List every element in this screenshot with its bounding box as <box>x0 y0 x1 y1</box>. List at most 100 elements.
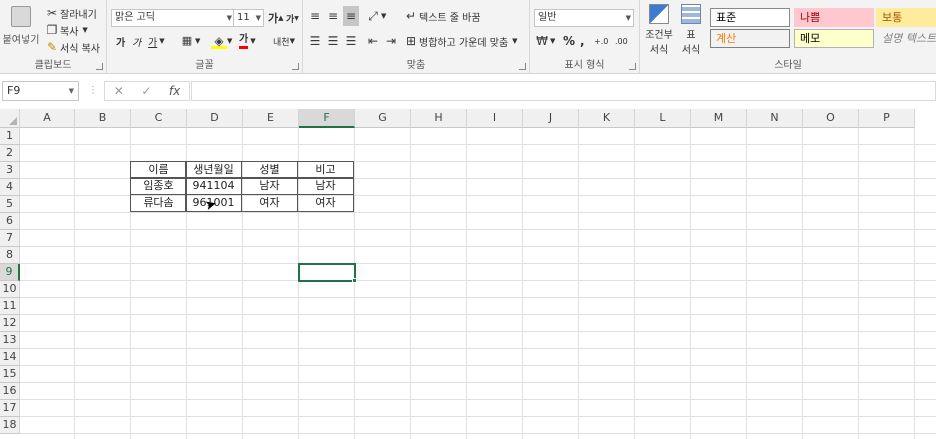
select-all-button[interactable] <box>0 109 20 128</box>
format-painter-button[interactable]: ✎ 서식 복사 <box>44 37 100 57</box>
column-header-M[interactable]: M <box>691 109 747 128</box>
format-as-table-button[interactable]: 표 서식 <box>676 4 706 56</box>
orientation-button[interactable]: ⤢ ▼ <box>365 6 386 26</box>
font-color-button[interactable]: 가 ▼ <box>239 31 256 51</box>
fill-color-button[interactable]: ◈ ▼ <box>211 31 232 51</box>
row-header-12[interactable]: 12 <box>0 315 20 332</box>
row-header-10[interactable]: 10 <box>0 281 20 298</box>
table-cell[interactable]: 여자 <box>241 194 298 212</box>
table-cell[interactable]: 여자 <box>297 194 354 212</box>
align-middle-button[interactable]: ≡ <box>325 6 341 26</box>
decrease-indent-button[interactable]: ⇤ <box>365 31 381 51</box>
table-cell[interactable]: 남자 <box>241 177 298 195</box>
shrink-font-button[interactable]: 가 ▼ <box>286 8 299 28</box>
worksheet-grid[interactable]: A B C D E F G H I J K L M N O P 1 2 3 4 5 6 7 8 9 10 11 12 13 14 15 16 1… <box>0 109 936 439</box>
group-label-styles: 스타일 <box>774 60 802 71</box>
column-header-K[interactable]: K <box>579 109 635 128</box>
paste-button[interactable]: 붙여넣기 <box>2 4 40 46</box>
column-header-N[interactable]: N <box>747 109 803 128</box>
cell-style-4[interactable]: 메모 <box>794 29 874 48</box>
cell-style-3[interactable]: 계산 <box>710 29 790 48</box>
column-header-E[interactable]: E <box>243 109 299 128</box>
row-header-18[interactable]: 18 <box>0 417 20 434</box>
column-header-D[interactable]: D <box>187 109 243 128</box>
row-header-14[interactable]: 14 <box>0 349 20 366</box>
styles-group: 조건부 서식 표 서식 표준 나쁨 보통계산 메모 설명 텍스트 스타일 <box>640 0 936 74</box>
selected-cell[interactable] <box>298 263 356 282</box>
phonetic-button[interactable]: 내천 ▼ <box>273 31 295 51</box>
row-header-6[interactable]: 6 <box>0 213 20 230</box>
row-header-8[interactable]: 8 <box>0 247 20 264</box>
comma-button[interactable]: , <box>580 31 585 51</box>
gridline <box>466 128 467 439</box>
table-cell[interactable]: 941104 <box>185 177 242 195</box>
increase-decimal-button[interactable]: +.0 <box>594 31 608 51</box>
formula-input[interactable] <box>191 81 936 101</box>
table-cell[interactable]: 남자 <box>297 177 354 195</box>
row-header-5[interactable]: 5 <box>0 196 20 213</box>
increase-indent-button[interactable]: ⇥ <box>383 31 399 51</box>
column-header-O[interactable]: O <box>803 109 859 128</box>
percent-button[interactable]: % <box>563 31 575 51</box>
cell-style-5[interactable]: 설명 텍스트 <box>876 29 936 48</box>
accounting-format-button[interactable]: ₩ ▼ <box>534 31 555 51</box>
align-top-button[interactable]: ≡ <box>307 6 323 26</box>
conditional-format-button[interactable]: 조건부 서식 <box>643 4 675 56</box>
fill-handle[interactable] <box>352 278 357 283</box>
align-bottom-button[interactable]: ≡ <box>343 6 359 26</box>
underline-button[interactable]: 가 ▼ <box>148 31 165 51</box>
wrap-text-button[interactable]: ↵ 텍스트 줄 바꿈 <box>403 6 481 26</box>
table-cell[interactable]: 류다솜 <box>130 194 187 212</box>
bold-button[interactable]: 가 <box>116 31 125 51</box>
italic-button[interactable]: 가 <box>132 31 141 51</box>
align-left-button[interactable]: ☰ <box>307 31 323 51</box>
font-name-combo[interactable]: 맑은 고딕 ▼ <box>111 9 235 27</box>
row-header-9[interactable]: 9 <box>0 264 20 281</box>
row-header-4[interactable]: 4 <box>0 179 20 196</box>
column-header-G[interactable]: G <box>355 109 411 128</box>
clipboard-launcher-icon[interactable] <box>96 63 103 70</box>
row-header-15[interactable]: 15 <box>0 366 20 383</box>
cancel-icon[interactable]: ✕ <box>114 84 124 98</box>
gridline <box>20 331 936 332</box>
column-header-C[interactable]: C <box>131 109 187 128</box>
font-launcher-icon[interactable] <box>292 63 299 70</box>
row-header-3[interactable]: 3 <box>0 162 20 179</box>
column-header-L[interactable]: L <box>635 109 691 128</box>
row-header-1[interactable]: 1 <box>0 128 20 145</box>
row-header-2[interactable]: 2 <box>0 145 20 162</box>
row-header-16[interactable]: 16 <box>0 383 20 400</box>
align-right-button[interactable]: ☰ <box>343 31 359 51</box>
row-header-11[interactable]: 11 <box>0 298 20 315</box>
decrease-decimal-button[interactable]: .00 <box>615 31 628 51</box>
row-header-13[interactable]: 13 <box>0 332 20 349</box>
alignment-launcher-icon[interactable] <box>519 63 526 70</box>
font-size-combo[interactable]: 11 ▼ <box>233 9 264 27</box>
copy-icon: ❐ <box>46 23 58 37</box>
wrap-text-icon: ↵ <box>405 9 417 23</box>
cell-style-1[interactable]: 나쁨 <box>794 8 874 27</box>
gridline <box>20 399 936 400</box>
row-header-7[interactable]: 7 <box>0 230 20 247</box>
text-orientation-icon: ⤢ <box>368 9 378 23</box>
enter-icon[interactable]: ✓ <box>141 84 151 98</box>
insert-function-icon[interactable]: fx <box>169 84 180 98</box>
column-header-I[interactable]: I <box>467 109 523 128</box>
column-header-J[interactable]: J <box>523 109 579 128</box>
column-header-P[interactable]: P <box>859 109 915 128</box>
number-launcher-icon[interactable] <box>629 63 636 70</box>
column-header-H[interactable]: H <box>411 109 467 128</box>
column-header-B[interactable]: B <box>75 109 131 128</box>
borders-button[interactable]: ▦ ▼ <box>179 31 201 51</box>
align-center-button[interactable]: ☰ <box>325 31 341 51</box>
name-box[interactable]: F9 ▼ <box>2 81 79 101</box>
grow-font-button[interactable]: 가 ▲ <box>268 8 284 28</box>
number-format-combo[interactable]: 일반 ▼ <box>534 9 634 27</box>
column-header-A[interactable]: A <box>20 109 75 128</box>
cell-style-0[interactable]: 표준 <box>710 8 790 27</box>
cell-style-2[interactable]: 보통 <box>876 8 936 27</box>
merge-center-button[interactable]: ⊞ 병합하고 가운데 맞춤 ▼ <box>403 31 518 51</box>
row-header-17[interactable]: 17 <box>0 400 20 417</box>
column-header-F[interactable]: F <box>299 109 355 128</box>
table-cell[interactable]: 임종호 <box>130 177 187 195</box>
